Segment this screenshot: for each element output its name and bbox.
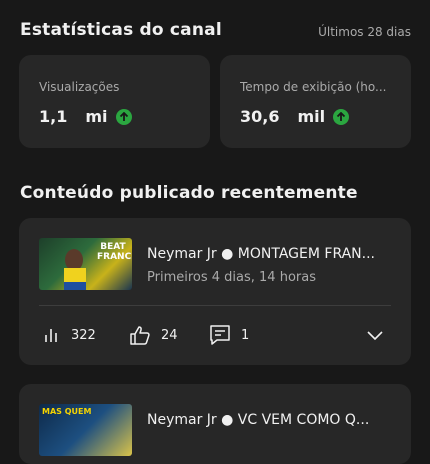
video-title[interactable]: Neymar Jr ● MONTAGEM FRAN...: [147, 246, 387, 262]
thumbs-up-icon: [130, 326, 150, 345]
up-arrow-icon: [333, 108, 350, 125]
watch-time-stat-card[interactable]: Tempo de exibição (ho... 30,6 mil: [220, 55, 411, 148]
up-arrow-icon: [115, 108, 132, 125]
video-subtitle: Primeiros 4 dias, 14 horas: [147, 270, 316, 285]
likes-metric: 24: [129, 324, 178, 346]
thumbnail-overlay-text: MAS QUEM: [42, 407, 92, 416]
views-metric: 322: [43, 326, 96, 344]
video-card[interactable]: MAS QUEM Neymar Jr ● VC VEM COMO Q...: [19, 384, 411, 464]
views-label: Visualizações: [39, 80, 120, 94]
comments-metric: 1: [209, 324, 249, 346]
watch-time-value-row: 30,6 mil: [240, 107, 350, 126]
divider: [39, 305, 391, 306]
channel-stats-title: Estatísticas do canal: [20, 20, 222, 40]
views-stat-card[interactable]: Visualizações 1,1 mi: [19, 55, 210, 148]
views-count: 322: [71, 327, 96, 343]
video-card[interactable]: BEAT FRANCE Neymar Jr ● MONTAGEM FRAN...…: [19, 218, 411, 365]
comments-count: 1: [241, 327, 250, 343]
watch-time-label: Tempo de exibição (ho...: [240, 80, 387, 94]
views-unit: mi: [85, 107, 108, 126]
watch-time-unit: mil: [297, 107, 326, 126]
comment-icon: [210, 325, 230, 345]
period-label: Últimos 28 dias: [318, 25, 411, 39]
chevron-down-icon[interactable]: [366, 326, 384, 345]
video-thumbnail[interactable]: MAS QUEM: [39, 404, 132, 456]
recent-content-title: Conteúdo publicado recentemente: [20, 183, 358, 203]
video-title[interactable]: Neymar Jr ● VC VEM COMO Q...: [147, 412, 387, 428]
watch-time-value: 30,6: [240, 107, 280, 126]
video-thumbnail[interactable]: BEAT FRANCE: [39, 238, 132, 290]
likes-count: 24: [161, 327, 178, 343]
views-value: 1,1: [39, 107, 68, 126]
bar-chart-icon: [45, 329, 57, 342]
thumbnail-overlay-text: BEAT FRANCE: [97, 242, 132, 262]
views-value-row: 1,1 mi: [39, 107, 132, 126]
